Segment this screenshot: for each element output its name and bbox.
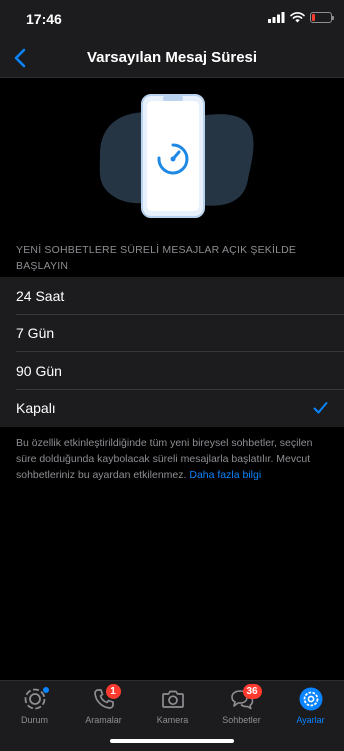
- option-24-hours[interactable]: 24 Saat: [0, 277, 344, 315]
- tab-label: Kamera: [156, 715, 189, 725]
- tab-settings[interactable]: Ayarlar: [276, 686, 344, 728]
- calls-badge: 1: [105, 684, 121, 699]
- tab-status[interactable]: Durum: [0, 686, 69, 728]
- tab-label: Durum: [20, 715, 48, 725]
- option-label: 24 Saat: [16, 287, 65, 304]
- duration-options-list: 24 Saat 7 Gün 90 Gün Kapalı: [0, 277, 344, 427]
- option-90-days[interactable]: 90 Gün: [0, 352, 344, 390]
- tab-chats[interactable]: 36 Sohbetler: [207, 684, 276, 728]
- wifi-icon: [290, 12, 305, 23]
- tab-label: Sohbetler: [222, 715, 261, 725]
- checkmark-icon: [313, 401, 328, 413]
- option-label: 90 Gün: [16, 362, 62, 379]
- footer-description: Bu özellik etkinleştirildiğinde tüm yeni…: [16, 435, 332, 483]
- status-indicators: [268, 12, 334, 23]
- battery-level: [312, 14, 315, 21]
- signal-icon: [268, 12, 285, 23]
- option-label: Kapalı: [16, 400, 56, 417]
- option-off[interactable]: Kapalı: [0, 390, 344, 428]
- chat-bubbles-icon: 36: [229, 684, 262, 712]
- battery-icon: [310, 12, 334, 23]
- status-time: 17:46: [26, 11, 62, 27]
- navigation-bar: Varsayılan Mesaj Süresi: [0, 38, 344, 78]
- home-indicator[interactable]: [110, 739, 234, 743]
- footer-text: Bu özellik etkinleştirildiğinde tüm yeni…: [16, 437, 313, 481]
- status-dot: [42, 687, 49, 693]
- tab-label: Aramalar: [85, 715, 122, 725]
- camera-icon: [160, 686, 186, 712]
- chats-badge: 36: [242, 684, 262, 699]
- tab-camera[interactable]: Kamera: [138, 686, 207, 728]
- hero-illustration: [0, 79, 344, 229]
- status-icon: [22, 686, 49, 712]
- learn-more-link[interactable]: Daha fazla bilgi: [189, 469, 261, 481]
- tab-bar: Durum 1 Aramalar Kamera 36 Sohbetler Aya…: [0, 680, 344, 751]
- page-title: Varsayılan Mesaj Süresi: [86, 49, 258, 66]
- section-header: YENİ SOHBETLERE SÜRELİ MESAJLAR AÇIK ŞEK…: [16, 244, 297, 272]
- option-7-days[interactable]: 7 Gün: [0, 315, 344, 353]
- tab-calls[interactable]: 1 Aramalar: [69, 684, 138, 728]
- phone-icon: 1: [91, 684, 121, 712]
- tab-label: Ayarlar: [296, 715, 325, 725]
- status-bar: 17:46: [0, 0, 344, 38]
- phone-timer-illustration: [99, 94, 254, 218]
- gear-icon: [298, 686, 324, 712]
- option-label: 7 Gün: [16, 325, 55, 342]
